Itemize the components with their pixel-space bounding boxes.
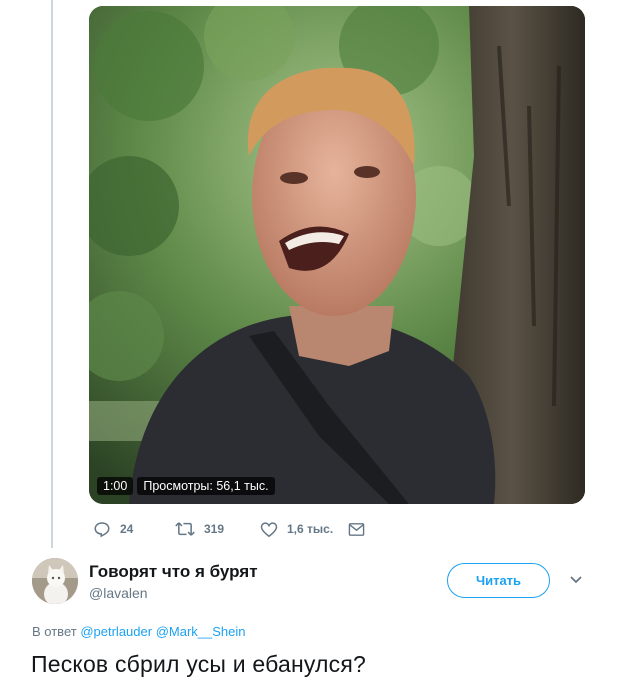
video-frame-image bbox=[89, 6, 585, 504]
direct-message-button[interactable] bbox=[348, 522, 365, 537]
mention-link-2[interactable]: @Mark__Shein bbox=[156, 624, 246, 639]
thread-connector-line bbox=[51, 0, 53, 548]
reply-icon bbox=[94, 522, 110, 538]
retweet-icon bbox=[175, 522, 195, 536]
reply-count: 24 bbox=[120, 522, 134, 536]
cat-avatar-image bbox=[32, 558, 78, 604]
like-icon bbox=[260, 521, 278, 537]
retweet-button[interactable]: 319 bbox=[175, 520, 260, 538]
tweet-action-bar: 24 319 1,6 тыс. bbox=[93, 518, 365, 540]
reply-button[interactable]: 24 bbox=[93, 520, 175, 538]
video-player[interactable]: 1:00 Просмотры: 56,1 тыс. bbox=[89, 6, 585, 504]
tweet-text: Песков сбрил усы и ебанулся? bbox=[31, 651, 367, 677]
avatar[interactable] bbox=[32, 558, 78, 604]
video-views-badge: Просмотры: 56,1 тыс. bbox=[137, 477, 275, 495]
chevron-down-icon[interactable] bbox=[566, 572, 586, 588]
display-name[interactable]: Говорят что я бурят bbox=[89, 562, 258, 582]
like-button[interactable]: 1,6 тыс. bbox=[260, 521, 348, 538]
follow-button[interactable]: Читать bbox=[447, 563, 550, 598]
video-info-overlay: 1:00 Просмотры: 56,1 тыс. bbox=[97, 477, 275, 495]
mention-link-1[interactable]: @petrlauder bbox=[80, 624, 152, 639]
retweet-count: 319 bbox=[204, 522, 225, 536]
reply-prefix-label: В ответ bbox=[32, 624, 77, 639]
video-duration-badge: 1:00 bbox=[97, 477, 134, 495]
reply-context: В ответ @petrlauder @Mark__Shein bbox=[32, 624, 246, 639]
dm-icon bbox=[348, 522, 365, 536]
like-count: 1,6 тыс. bbox=[287, 522, 334, 536]
user-handle[interactable]: @lavalen bbox=[89, 585, 148, 601]
